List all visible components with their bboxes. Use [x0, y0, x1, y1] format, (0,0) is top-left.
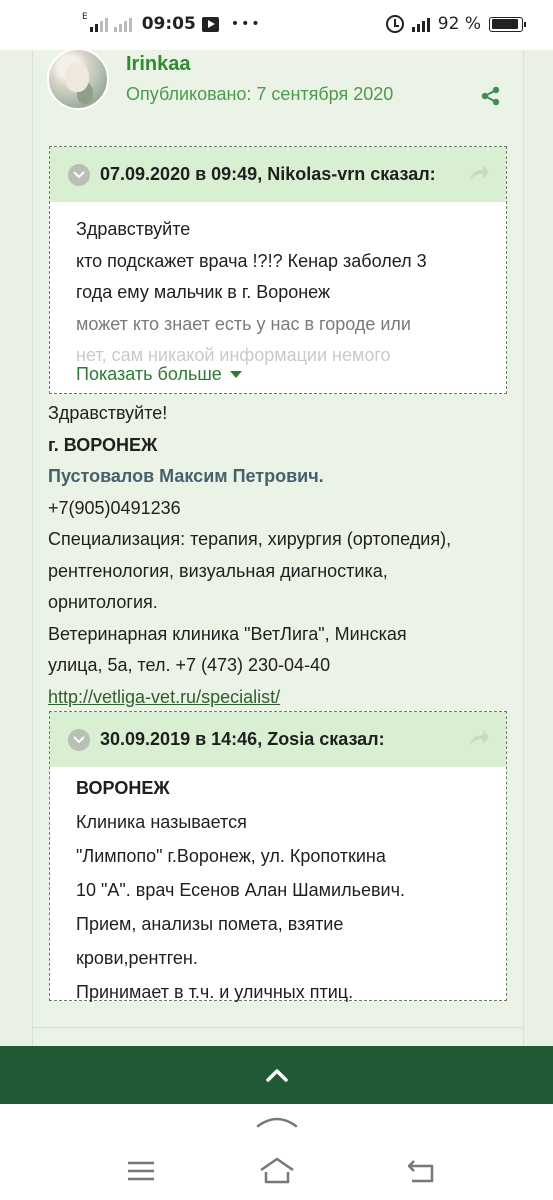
caret-down-icon	[229, 370, 242, 378]
reply-icon[interactable]	[468, 728, 490, 748]
avatar[interactable]	[47, 48, 109, 110]
quote-line: года ему мальчик в г. Воронеж	[76, 282, 331, 302]
quote-header[interactable]: 07.09.2020 в 09:49, Nikolas-vrn сказал:	[50, 147, 506, 202]
system-navigation-bar	[0, 1104, 553, 1200]
battery-icon	[489, 16, 526, 32]
status-bar: E 09:05 ••• 92 %	[0, 0, 553, 50]
share-icon[interactable]	[481, 86, 501, 106]
quote-line: кто подскажет врача !?!? Кенар заболел 3	[76, 250, 427, 271]
post-city: г. ВОРОНЕЖ	[48, 434, 158, 455]
spec-line: орнитология.	[48, 592, 158, 612]
signal-icon-2	[113, 16, 132, 32]
status-right: 92 %	[385, 14, 526, 34]
post-greeting: Здравствуйте!	[48, 403, 168, 423]
back-icon[interactable]	[404, 1156, 438, 1186]
quote-line: Здравствуйте	[76, 219, 191, 239]
quote-line: Клиника называется	[76, 812, 247, 832]
spec-line: Специализация: терапия, хирургия (ортопе…	[48, 529, 452, 549]
quote-block-1: 07.09.2020 в 09:49, Nikolas-vrn сказал: …	[49, 146, 507, 394]
clinic-line: Ветеринарная клиника "ВетЛига", Минская	[48, 623, 407, 644]
signal-icon	[89, 16, 108, 32]
youtube-notification-icon	[201, 16, 219, 32]
quote-line: 10 "А". врач Есенов Алан Шамильевич.	[76, 880, 405, 900]
post-author: Irinkaa Опубликовано: 7 сентября 2020	[47, 48, 511, 150]
alarm-icon	[385, 15, 404, 33]
publish-date: Опубликовано: 7 сентября 2020	[126, 84, 394, 104]
quote-title: ВОРОНЕЖ	[76, 778, 170, 798]
show-more-button[interactable]: Показать больше	[76, 364, 242, 385]
quote-line: "Лимпопо" г.Воронеж, ул. Кропоткина	[76, 846, 386, 866]
gesture-handle-icon[interactable]	[256, 1114, 298, 1128]
home-icon[interactable]	[258, 1156, 296, 1186]
doctor-name: Пустовалов Максим Петрович.	[48, 466, 324, 486]
quote-line: может кто знает есть у нас в городе или	[76, 313, 411, 334]
menu-icon[interactable]	[124, 1156, 158, 1186]
signal-strength-icon	[411, 16, 430, 32]
chevron-down-icon[interactable]	[68, 163, 90, 186]
status-time: 09:05	[141, 14, 196, 34]
quote-line: Прием, анализы помета, взятие	[76, 914, 344, 934]
quote-block-2: 30.09.2019 в 14:46, Zosia сказал: ВОРОНЕ…	[49, 711, 507, 1002]
show-more-label: Показать больше	[76, 364, 222, 384]
post-body: Здравствуйте! г. ВОРОНЕЖ Пустовалов Макс…	[48, 398, 516, 713]
quote-header[interactable]: 30.09.2019 в 14:46, Zosia сказал:	[50, 712, 506, 767]
quote-line: крови,рентген.	[76, 948, 198, 968]
more-notifications-icon: •••	[230, 16, 262, 32]
spec-line: рентгенология, визуальная диагностика,	[48, 560, 388, 581]
battery-percent: 92 %	[437, 14, 481, 34]
quote-line: Принимает в т.ч. и уличных птиц.	[76, 982, 354, 1002]
network-type: E	[82, 12, 88, 22]
quote-author: 07.09.2020 в 09:49, Nikolas-vrn сказал:	[100, 164, 436, 184]
reply-icon[interactable]	[468, 163, 490, 183]
chevron-down-icon[interactable]	[68, 728, 90, 751]
scroll-to-top-button[interactable]	[0, 1046, 553, 1104]
author-name[interactable]: Irinkaa	[126, 53, 190, 76]
divider	[33, 1027, 523, 1028]
status-left: E 09:05 •••	[82, 12, 262, 34]
quote-author: 30.09.2019 в 14:46, Zosia сказал:	[100, 729, 385, 749]
quote-body: Здравствуйте кто подскажет врача !?!? Ке…	[50, 202, 506, 372]
clinic-line: улица, 5а, тел. +7 (473) 230-04-40	[48, 655, 331, 675]
clinic-link[interactable]: http://vetliga-vet.ru/specialist/	[48, 682, 516, 714]
chevron-up-icon	[265, 1069, 288, 1082]
quote-body: ВОРОНЕЖ Клиника называется "Лимпопо" г.В…	[50, 767, 506, 1009]
forum-post: Irinkaa Опубликовано: 7 сентября 2020 07…	[32, 48, 524, 1046]
doctor-phone[interactable]: +7(905)0491236	[48, 493, 516, 525]
